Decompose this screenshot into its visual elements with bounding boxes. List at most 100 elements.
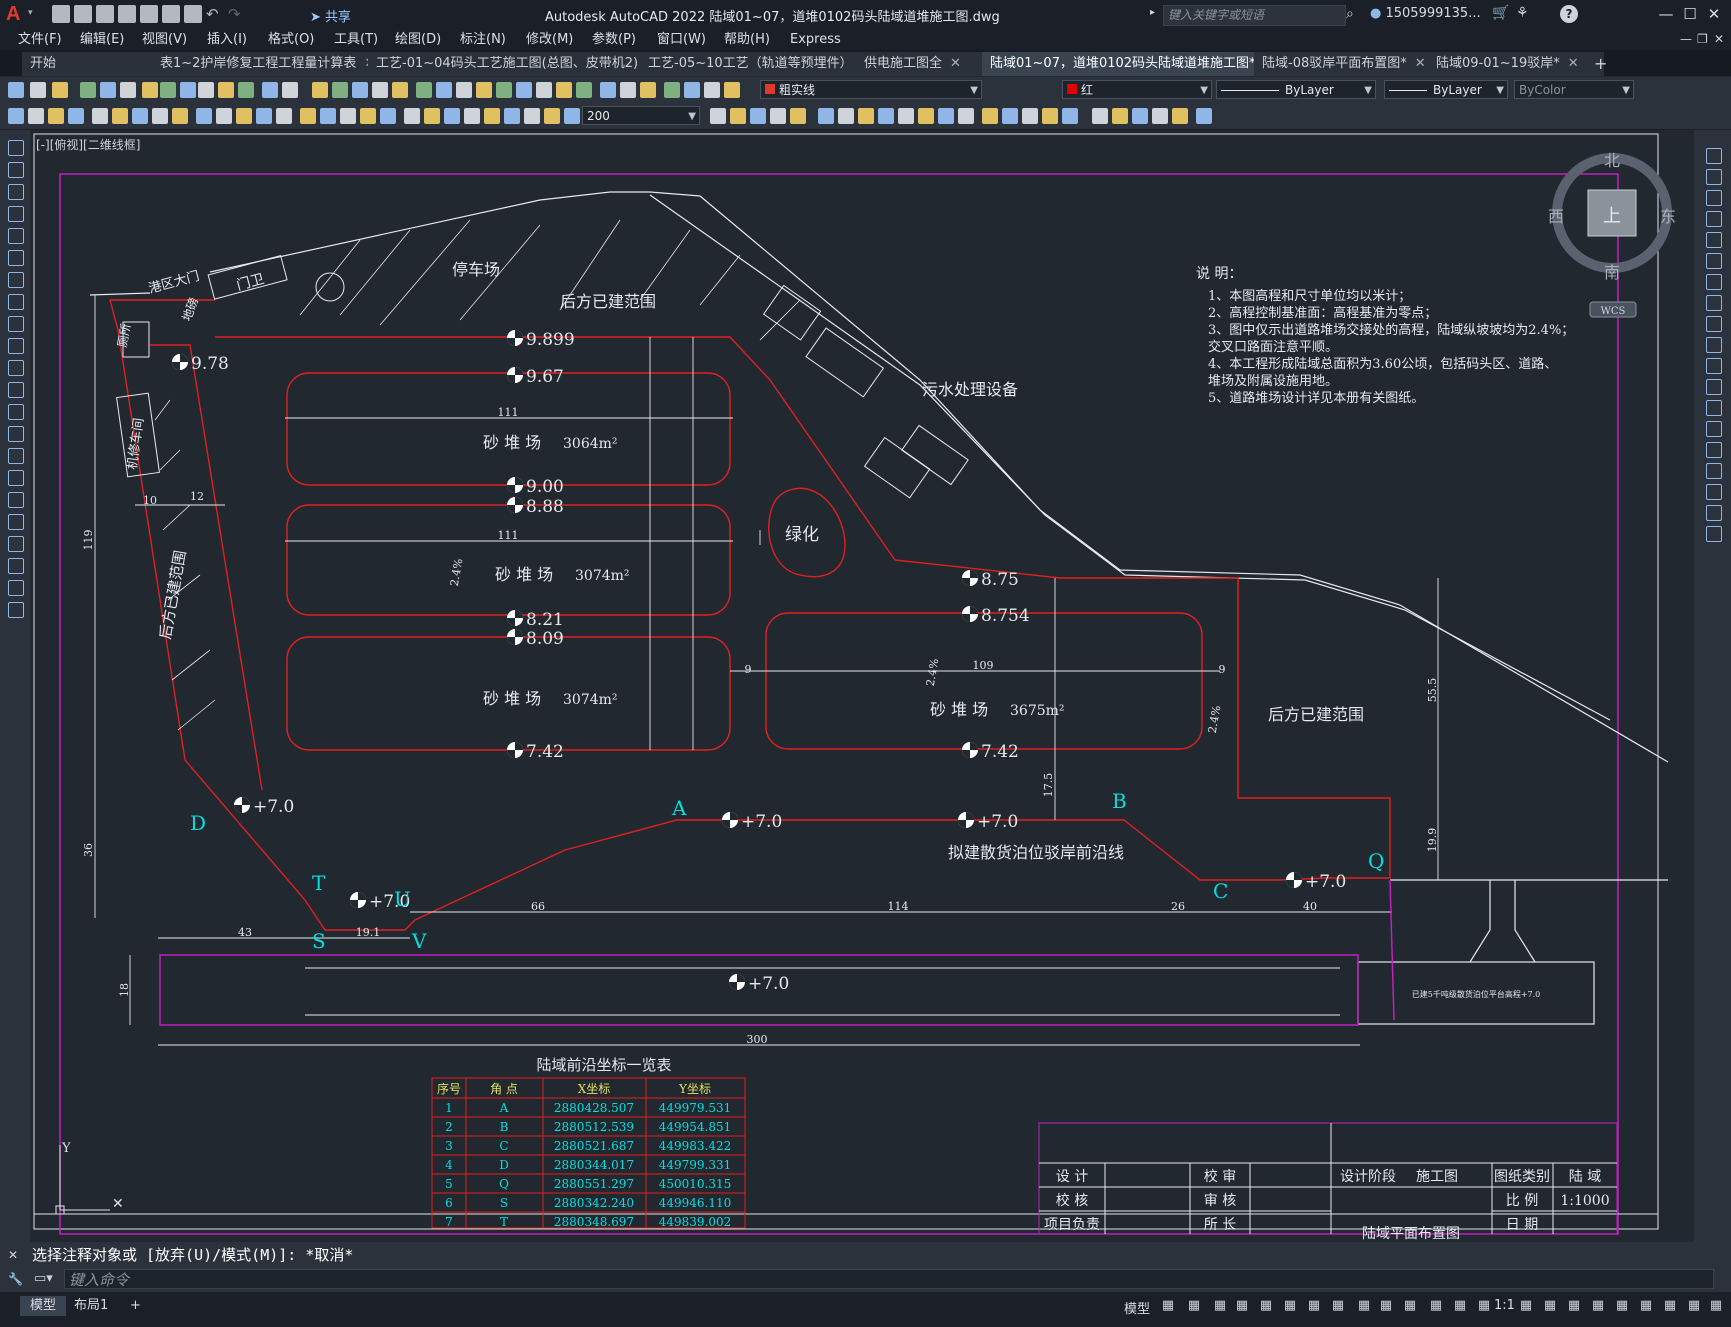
modify-tool-icon[interactable] [1706,505,1722,521]
standard-tool-icon[interactable] [142,82,158,98]
modify-tool-icon[interactable] [1706,169,1722,185]
standard-tool-icon[interactable] [80,82,96,98]
drawing-canvas[interactable]: Y ✕ 北南 西 东 上 WCS 说 明： 1、本图高程和尺寸单位均以米计； 2、高程控制基准… [30,130,1694,1242]
menu-file[interactable]: 文件(F) [18,30,62,50]
command-close-icon[interactable]: ✕ [8,1248,18,1262]
standard-tool-icon[interactable] [52,82,68,98]
status-toggle-icon[interactable]: ▦ [1258,1298,1274,1314]
dimension-tool-icon[interactable] [276,108,292,124]
standard-tool-icon[interactable] [496,82,512,98]
standard-tool-icon[interactable] [332,82,348,98]
minimize-button[interactable]: — [1656,4,1676,24]
standard-tool-icon[interactable] [8,82,24,98]
tab-start[interactable]: 开始 [22,52,167,76]
standard-tool-icon[interactable] [392,82,408,98]
dimension-tool-icon[interactable] [1112,108,1128,124]
modify-tool-icon[interactable] [1706,484,1722,500]
status-toggle-icon[interactable]: ▦ [1662,1298,1678,1314]
dimension-tool-icon[interactable] [544,108,560,124]
dimension-tool-icon[interactable] [1022,108,1038,124]
tab-doc-7[interactable]: 陆域09-01~19驳岸* ✕ [1428,52,1605,76]
modify-tool-icon[interactable] [1706,421,1722,437]
standard-tool-icon[interactable] [312,82,328,98]
status-toggle-icon[interactable]: ▦ [1614,1298,1630,1314]
modify-tool-icon[interactable] [1706,400,1722,416]
user-account[interactable]: ● 1505999135... [1370,6,1481,21]
modify-tool-icon[interactable] [1706,358,1722,374]
standard-tool-icon[interactable] [416,82,432,98]
dimension-tool-icon[interactable] [444,108,460,124]
draw-tool-icon[interactable] [8,228,24,244]
modify-tool-icon[interactable] [1706,316,1722,332]
command-customize-icon[interactable]: 🔧 [8,1272,23,1286]
plot-icon[interactable] [184,5,202,23]
dimension-tool-icon[interactable] [320,108,336,124]
standard-tool-icon[interactable] [436,82,452,98]
menu-modify[interactable]: 修改(M) [526,30,573,50]
tab-model[interactable]: 模型 [20,1296,67,1316]
dimension-tool-icon[interactable] [858,108,874,124]
draw-tool-icon[interactable] [8,492,24,508]
dimension-tool-icon[interactable] [1092,108,1108,124]
doc-close-icon[interactable]: ✕ [1714,32,1724,46]
standard-tool-icon[interactable] [724,82,740,98]
status-toggle-icon[interactable]: ▦ [1452,1298,1468,1314]
standard-tool-icon[interactable] [640,82,656,98]
modify-tool-icon[interactable] [1706,190,1722,206]
menu-express[interactable]: Express [790,30,841,50]
draw-tool-icon[interactable] [8,162,24,178]
dimension-tool-icon[interactable] [132,108,148,124]
status-toggle-icon[interactable]: ▦ [1402,1298,1418,1314]
status-toggle-icon[interactable]: ▦ [1590,1298,1606,1314]
tab-close-icon[interactable]: ✕ [950,56,961,71]
modify-tool-icon[interactable] [1706,337,1722,353]
draw-tool-icon[interactable] [8,514,24,530]
draw-tool-icon[interactable] [8,602,24,618]
standard-tool-icon[interactable] [600,82,616,98]
search-expand-icon[interactable]: ▸ [1150,7,1155,18]
dimension-tool-icon[interactable] [360,108,376,124]
draw-tool-icon[interactable] [8,426,24,442]
redo-icon[interactable]: ↷ [228,5,246,23]
add-layout-button[interactable]: + [120,1296,151,1316]
dimension-tool-icon[interactable] [770,108,786,124]
status-toggle-icon[interactable]: ▦ [1638,1298,1654,1314]
dim-scale-dropdown[interactable]: 200 ▼ [582,106,700,125]
dimension-tool-icon[interactable] [790,108,806,124]
color-dropdown[interactable]: 红 ▼ [1062,80,1212,99]
dimension-tool-icon[interactable] [524,108,540,124]
draw-tool-icon[interactable] [8,470,24,486]
dimension-tool-icon[interactable] [982,108,998,124]
dimension-tool-icon[interactable] [300,108,316,124]
standard-tool-icon[interactable] [352,82,368,98]
standard-tool-icon[interactable] [516,82,532,98]
draw-tool-icon[interactable] [8,382,24,398]
help-icon[interactable]: ? [1560,5,1578,23]
standard-tool-icon[interactable] [282,82,298,98]
status-toggle-icon[interactable]: ▦ [1212,1298,1228,1314]
dimension-tool-icon[interactable] [1152,108,1168,124]
menu-parametric[interactable]: 参数(P) [592,30,636,50]
standard-tool-icon[interactable] [456,82,472,98]
dimension-tool-icon[interactable] [1062,108,1078,124]
draw-tool-icon[interactable] [8,316,24,332]
status-toggle-icon[interactable]: ▦ [1566,1298,1582,1314]
menu-format[interactable]: 格式(O) [268,30,314,50]
draw-tool-icon[interactable] [8,250,24,266]
dimension-tool-icon[interactable] [48,108,64,124]
status-toggle-icon[interactable]: ▦ [1542,1298,1558,1314]
draw-tool-icon[interactable] [8,536,24,552]
dimension-tool-icon[interactable] [958,108,974,124]
menu-tools[interactable]: 工具(T) [334,30,378,50]
status-toggle-icon[interactable]: ▦ [1476,1298,1492,1314]
undo-icon[interactable]: ↶ [206,5,224,23]
tab-close-icon[interactable]: ✕ [1568,56,1579,71]
tab-doc-6[interactable]: 陆域-08驳岸平面布置图* ✕ [1254,52,1443,76]
status-toggle-icon[interactable]: ▦ [1160,1298,1176,1314]
dimension-tool-icon[interactable] [112,108,128,124]
dimension-tool-icon[interactable] [750,108,766,124]
draw-tool-icon[interactable] [8,558,24,574]
menu-view[interactable]: 视图(V) [142,30,187,50]
doc-minimize-icon[interactable]: — [1680,32,1692,46]
standard-tool-icon[interactable] [576,82,592,98]
